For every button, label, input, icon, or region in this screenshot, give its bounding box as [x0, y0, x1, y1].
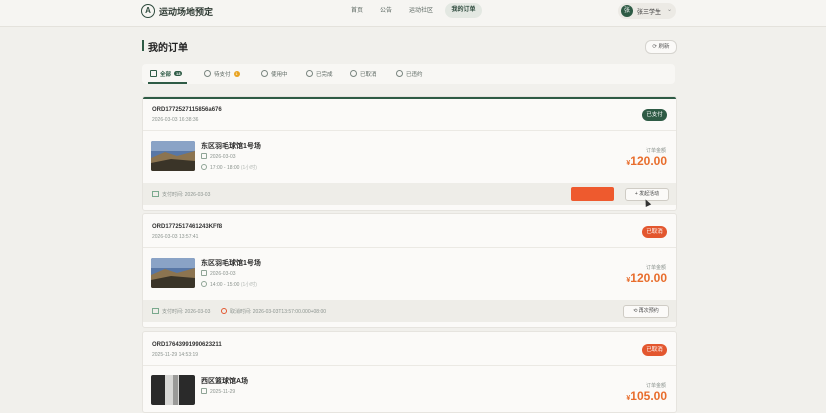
order-number: ORD1772517461243KFf8	[152, 224, 223, 230]
nav-my-orders[interactable]: 我的订单	[445, 3, 482, 18]
order-created-time: 2026-03-03 13:57:41	[152, 234, 199, 240]
venue-thumbnail	[151, 141, 195, 171]
user-name: 张三学生	[637, 10, 662, 16]
alert-circle-icon	[396, 70, 403, 77]
card-accent-line	[143, 97, 676, 99]
tab-label: 使用中	[271, 72, 288, 78]
tab-pending-payment[interactable]: 待支付 1	[204, 70, 240, 78]
card-footer: 支付时间: 2026-03-03 + 发起活动	[143, 183, 676, 205]
check-circle-icon	[306, 70, 313, 77]
order-card: ORD1772517461243KFf8 2026-03-03 13:57:41…	[142, 213, 677, 328]
pay-time: 支付时间: 2026-03-03	[152, 308, 210, 315]
calendar-icon	[201, 153, 207, 159]
amount-label: 订单金额	[645, 148, 666, 154]
order-amount: ¥120.00	[626, 154, 667, 168]
booking-date: 2026-03-03	[201, 270, 236, 277]
status-badge: 已取消	[642, 226, 667, 238]
tab-all[interactable]: 全部 13	[150, 70, 183, 78]
booking-time: 14:00 - 15:00 (1小时)	[201, 281, 257, 288]
user-menu[interactable]: 张 张三学生 ⌄	[618, 3, 676, 19]
tab-in-use[interactable]: 使用中	[261, 70, 288, 78]
booking-date: 2025-11-29	[201, 388, 235, 395]
amount-label: 订单金额	[645, 383, 666, 389]
play-icon	[261, 70, 268, 77]
active-tab-indicator	[148, 82, 187, 84]
count-badge: 1	[233, 71, 240, 77]
clock-icon	[204, 70, 211, 77]
divider	[143, 130, 676, 131]
card-footer: 支付时间: 2026-03-03 取消时间: 2026-03-03T13:57:…	[143, 300, 676, 322]
title-accent-bar	[142, 40, 144, 51]
status-badge: 已支付	[642, 109, 667, 121]
rebook-button[interactable]: ⟲ 再次预约	[623, 305, 669, 318]
venue-name: 东区羽毛球馆1号场	[201, 260, 261, 267]
order-number: ORD1772527115856a676	[152, 107, 222, 113]
avatar: 张	[621, 5, 633, 17]
cancel-time: 取消时间: 2026-03-03T13:57:00.000+08:00	[221, 308, 326, 315]
divider	[143, 247, 676, 248]
venue-thumbnail	[151, 258, 195, 288]
logo-icon[interactable]: A	[141, 4, 155, 18]
nav-community[interactable]: 运动社区	[409, 5, 433, 14]
order-created-time: 2025-11-29 14:53:19	[152, 352, 199, 358]
x-circle-icon	[221, 308, 227, 314]
order-amount: ¥120.00	[626, 271, 667, 285]
refresh-button[interactable]: ⟳ 刷新	[645, 40, 677, 54]
calendar-icon	[201, 270, 207, 276]
brand-title[interactable]: 运动场地预定	[159, 5, 213, 18]
status-tabs: 全部 13 待支付 1 使用中 已完成 已取消 已违约	[142, 64, 675, 84]
count-badge: 13	[174, 71, 183, 76]
divider	[143, 365, 676, 366]
clock-icon	[201, 281, 207, 287]
pay-highlight-button[interactable]	[571, 187, 614, 201]
top-header: A 运动场地预定 首页 公告 运动社区 我的订单 张 张三学生 ⌄	[0, 0, 826, 27]
tab-cancelled[interactable]: 已取消	[350, 70, 377, 78]
amount-label: 订单金额	[645, 265, 666, 271]
wallet-icon	[152, 308, 159, 314]
order-created-time: 2026-03-03 16:38:36	[152, 117, 199, 123]
tab-violated[interactable]: 已违约	[396, 70, 423, 78]
tab-label: 已违约	[406, 72, 423, 78]
tab-label: 已完成	[316, 72, 333, 78]
venue-name: 东区羽毛球馆1号场	[201, 143, 261, 150]
grid-icon	[150, 70, 157, 77]
nav-home[interactable]: 首页	[351, 5, 363, 14]
chevron-down-icon: ⌄	[667, 7, 673, 13]
calendar-icon	[201, 388, 207, 394]
tab-label: 全部	[160, 72, 172, 78]
pay-time: 支付时间: 2026-03-03	[152, 191, 210, 198]
status-badge: 已取消	[642, 344, 667, 356]
nav-announcements[interactable]: 公告	[380, 5, 392, 14]
clock-icon	[201, 164, 207, 170]
tab-label: 待支付	[214, 72, 231, 78]
order-number: ORD17643991990623211	[152, 342, 222, 348]
x-circle-icon	[350, 70, 357, 77]
booking-time: 17:00 - 18:00 (1小时)	[201, 164, 257, 171]
venue-name: 西区篮球馆A场	[201, 378, 249, 385]
tab-label: 已取消	[360, 72, 377, 78]
booking-date: 2026-03-03	[201, 153, 236, 160]
tab-completed[interactable]: 已完成	[306, 70, 333, 78]
order-card: ORD1772527115856a676 2026-03-03 16:38:36…	[142, 96, 677, 211]
wallet-icon	[152, 191, 159, 197]
page-title: 我的订单	[148, 43, 188, 54]
